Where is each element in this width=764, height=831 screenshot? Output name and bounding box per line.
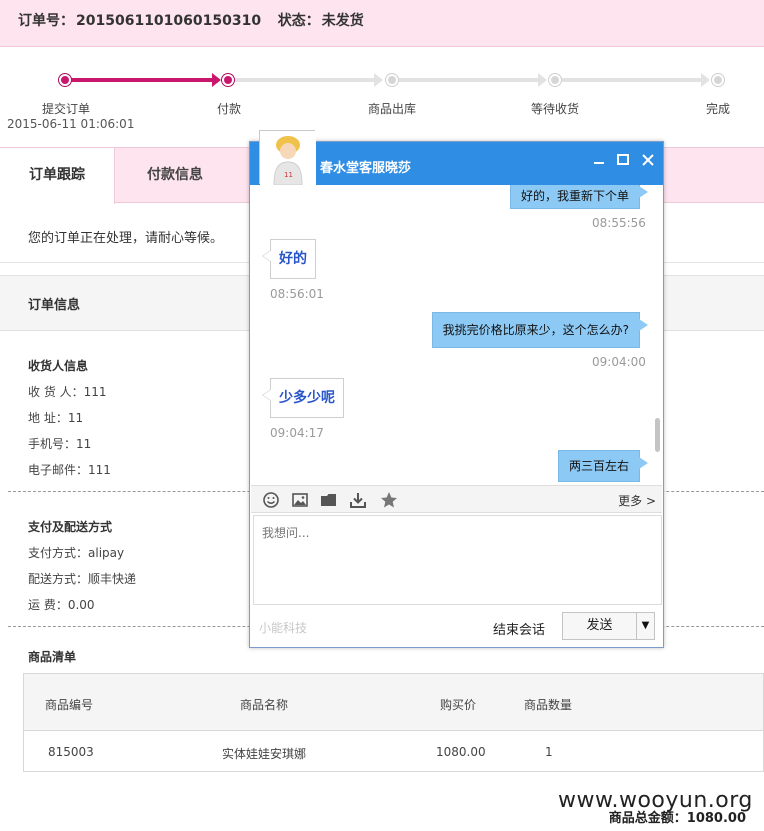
chat-toolbar: 更多 >	[251, 485, 662, 513]
order-header: 订单号： 2015061101060150310 状态： 未发货	[0, 0, 764, 47]
chat-message-time: 08:56:01	[270, 287, 324, 301]
header-product-name: 商品名称	[240, 698, 289, 712]
header-price: 购买价	[440, 698, 477, 712]
provider-brand: 小能科技	[259, 621, 308, 635]
shipping-method: 配送方式：顺丰快递	[28, 572, 137, 586]
chat-messages[interactable]: 好的，我重新下个单 08:55:56 好的 08:56:01 我挑完价格比原来少…	[250, 185, 663, 485]
products-table: 商品编号 商品名称 购买价 商品数量 815003 实体娃娃安琪娜 1080.0…	[23, 673, 764, 772]
chat-titlebar[interactable]: 11 春水堂客服晓莎	[250, 130, 663, 186]
progress-line-1	[66, 78, 216, 82]
chat-footer: 小能科技 结束会话 发送 ▼	[250, 607, 663, 647]
progress-label-submit: 提交订单	[42, 102, 91, 116]
chat-message: 少多少呢	[262, 378, 344, 418]
receiver-email: 电子邮件：111	[28, 463, 111, 477]
progress-arrow-1	[212, 73, 221, 87]
chat-scrollbar[interactable]	[655, 418, 660, 452]
product-price: 1080.00	[436, 745, 486, 759]
chat-message-time: 08:55:56	[592, 216, 646, 230]
progress-dot-4	[549, 74, 561, 86]
progress-dot-2	[222, 74, 234, 86]
folder-icon[interactable]	[319, 490, 339, 510]
agent-avatar: 11	[259, 130, 316, 186]
maximize-icon[interactable]	[614, 151, 632, 169]
progress-label-ship: 商品出库	[368, 102, 417, 116]
payment-title: 支付及配送方式	[28, 520, 113, 534]
order-total: 商品总金额：1080.00	[608, 811, 746, 826]
receiver-name: 收 货 人：111	[28, 385, 107, 399]
product-quantity: 1	[545, 745, 553, 759]
progress-arrow-2	[374, 73, 383, 87]
progress-line-2	[232, 78, 376, 82]
star-icon[interactable]	[379, 490, 399, 510]
order-status-label: 状态：	[277, 13, 320, 29]
receiver-phone: 手机号：11	[28, 437, 92, 451]
progress-dot-5	[712, 74, 724, 86]
end-chat-button[interactable]: 结束会话	[493, 619, 545, 638]
progress-label-receive: 等待收货	[531, 102, 580, 116]
progress-arrow-4	[701, 73, 710, 87]
emoji-icon[interactable]	[261, 490, 281, 510]
header-product-id: 商品编号	[45, 698, 94, 712]
shipping-fee: 运 费：0.00	[28, 598, 95, 612]
receiver-title: 收货人信息	[28, 359, 89, 373]
table-header	[24, 674, 763, 731]
chat-input[interactable]	[253, 515, 662, 605]
minimize-icon[interactable]	[590, 151, 608, 169]
image-icon[interactable]	[290, 490, 310, 510]
status-message: 您的订单正在处理，请耐心等候。	[28, 231, 224, 246]
product-id: 815003	[48, 745, 94, 759]
chat-agent-name: 春水堂客服晓莎	[320, 161, 412, 176]
product-name[interactable]: 实体娃娃安琪娜	[222, 745, 306, 762]
order-number: 2015061101060150310	[76, 13, 262, 29]
progress-line-3	[396, 78, 540, 82]
send-button[interactable]: 发送	[562, 612, 637, 640]
order-progress: 提交订单 付款 商品出库 等待收货 完成 2015-06-11 01:06:01	[0, 60, 764, 140]
progress-line-4	[559, 78, 703, 82]
more-link[interactable]: 更多 >	[618, 492, 656, 509]
progress-dot-1	[59, 74, 71, 86]
chat-message: 两三百左右	[557, 450, 649, 482]
chat-message: 好的	[262, 239, 316, 279]
send-options-dropdown[interactable]: ▼	[637, 612, 655, 640]
order-status: 未发货	[321, 13, 364, 29]
submit-time: 2015-06-11 01:06:01	[7, 117, 135, 131]
chat-message-time: 09:04:00	[592, 355, 646, 369]
chat-message-time: 09:04:17	[270, 426, 324, 440]
svg-text:11: 11	[284, 171, 293, 179]
agent-avatar-icon: 11	[260, 131, 316, 186]
receiver-address: 地 址：11	[28, 411, 84, 425]
progress-label-done: 完成	[706, 102, 731, 116]
progress-label-pay: 付款	[217, 102, 242, 116]
chat-message: 好的，我重新下个单	[509, 185, 649, 209]
products-title: 商品清单	[28, 650, 77, 664]
download-icon[interactable]	[348, 490, 368, 510]
chat-window: 11 春水堂客服晓莎 好的，我重新下个单 08:55:56 好的 08:56:0…	[249, 130, 664, 648]
close-icon[interactable]	[639, 151, 657, 169]
chat-message: 我挑完价格比原来少，这个怎么办?	[431, 312, 649, 348]
tab-order-tracking[interactable]: 订单跟踪	[0, 148, 115, 204]
tab-payment-info[interactable]: 付款信息	[115, 148, 235, 204]
progress-arrow-3	[538, 73, 547, 87]
order-number-label: 订单号：	[18, 13, 74, 29]
payment-method: 支付方式：alipay	[28, 546, 125, 560]
header-quantity: 商品数量	[524, 698, 573, 712]
progress-dot-3	[386, 74, 398, 86]
